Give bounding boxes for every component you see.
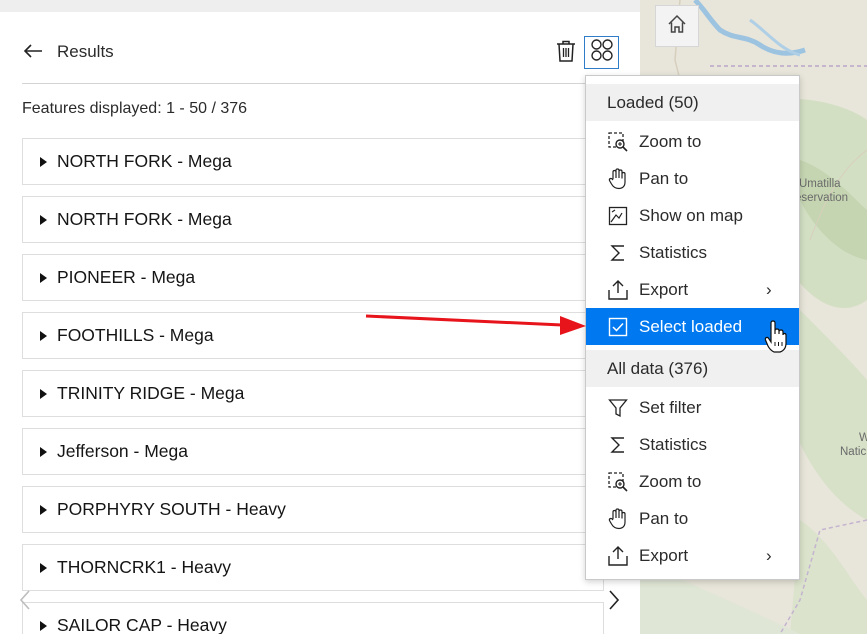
previous-button[interactable] — [16, 589, 34, 616]
menu-item-show-on-map[interactable]: Show on map — [586, 197, 799, 234]
trash-icon — [556, 40, 576, 67]
menu-item-label: Select loaded — [639, 317, 743, 336]
features-count: Features displayed: 1 - 50 / 376 — [22, 100, 248, 117]
chevron-left-icon — [19, 589, 31, 616]
result-item-label: PORPHYRY SOUTH - Heavy — [57, 499, 286, 519]
menu-item-export[interactable]: Export › — [586, 537, 799, 574]
result-item-label: THORNCRK1 - Heavy — [57, 557, 232, 577]
next-button[interactable] — [605, 589, 623, 616]
menu-item-label: Statistics — [639, 243, 708, 262]
caret-right-icon — [40, 388, 47, 399]
menu-item-label: Export — [639, 280, 689, 299]
options-button[interactable] — [584, 36, 619, 69]
result-item[interactable]: SAILOR CAP - Heavy — [22, 602, 604, 634]
sigma-icon — [607, 434, 629, 456]
page-title: Results — [57, 42, 114, 61]
chevron-right-icon: › — [766, 280, 772, 299]
back-button[interactable] — [22, 42, 44, 64]
result-item[interactable]: Jefferson - Mega — [22, 428, 604, 475]
result-item-label: FOOTHILLS - Mega — [57, 325, 214, 345]
map-label-4: Natic — [840, 446, 867, 458]
caret-right-icon — [40, 214, 47, 225]
menu-item-label: Set filter — [639, 398, 702, 417]
grid-circles-icon — [590, 38, 614, 67]
menu-item-label: Pan to — [639, 509, 689, 528]
header-divider — [22, 83, 604, 84]
menu-item-pan-to[interactable]: Pan to — [586, 500, 799, 537]
caret-right-icon — [40, 504, 47, 515]
caret-right-icon — [40, 156, 47, 167]
result-item[interactable]: NORTH FORK - Mega — [22, 196, 604, 243]
filter-icon — [607, 397, 629, 419]
hand-icon — [607, 168, 629, 190]
caret-right-icon — [40, 446, 47, 457]
home-icon — [666, 13, 688, 40]
chevron-right-icon — [608, 589, 620, 616]
result-item[interactable]: TRINITY RIDGE - Mega — [22, 370, 604, 417]
caret-right-icon — [40, 620, 47, 631]
menu-item-label: Zoom to — [639, 472, 702, 491]
menu-group-loaded: Loaded (50) — [586, 84, 799, 121]
result-item[interactable]: NORTH FORK - Mega — [22, 138, 604, 185]
results-panel: Results Features displayed: 1 - 50 / 376… — [0, 12, 640, 634]
menu-item-statistics[interactable]: Statistics — [586, 234, 799, 271]
menu-item-export[interactable]: Export › — [586, 271, 799, 308]
result-item-label: PIONEER - Mega — [57, 267, 196, 287]
menu-item-set-filter[interactable]: Set filter — [586, 389, 799, 426]
result-item-label: TRINITY RIDGE - Mega — [57, 383, 245, 403]
sigma-icon — [607, 242, 629, 264]
menu-item-pan-to[interactable]: Pan to — [586, 160, 799, 197]
result-item-label: NORTH FORK - Mega — [57, 151, 232, 171]
caret-right-icon — [40, 272, 47, 283]
caret-right-icon — [40, 562, 47, 573]
show-on-map-icon — [607, 205, 629, 227]
hand-icon — [607, 508, 629, 530]
map-label-3: W — [859, 432, 867, 444]
panel-header: Results — [0, 12, 640, 84]
delete-button[interactable] — [554, 40, 578, 66]
arrow-left-icon — [23, 43, 43, 64]
zoom-to-icon — [607, 471, 629, 493]
menu-item-zoom-to[interactable]: Zoom to — [586, 123, 799, 160]
map-label-1: Umatilla — [799, 178, 841, 190]
zoom-to-icon — [607, 131, 629, 153]
home-button[interactable] — [655, 5, 699, 47]
checkbox-icon — [607, 316, 629, 338]
caret-right-icon — [40, 330, 47, 341]
menu-item-label: Show on map — [639, 206, 743, 225]
menu-item-statistics[interactable]: Statistics — [586, 426, 799, 463]
result-item[interactable]: PIONEER - Mega — [22, 254, 604, 301]
export-icon — [607, 545, 629, 567]
result-item[interactable]: FOOTHILLS - Mega — [22, 312, 604, 359]
menu-item-zoom-to[interactable]: Zoom to — [586, 463, 799, 500]
menu-item-label: Export — [639, 546, 689, 565]
chevron-right-icon: › — [766, 546, 772, 565]
export-icon — [607, 279, 629, 301]
result-item-label: Jefferson - Mega — [57, 441, 188, 461]
menu-item-label: Zoom to — [639, 132, 702, 151]
hand-pointer-icon — [764, 320, 788, 361]
result-item[interactable]: PORPHYRY SOUTH - Heavy — [22, 486, 604, 533]
map-label-2: eservation — [795, 192, 849, 204]
result-item[interactable]: THORNCRK1 - Heavy — [22, 544, 604, 591]
menu-item-label: Pan to — [639, 169, 689, 188]
result-item-label: NORTH FORK - Mega — [57, 209, 232, 229]
result-item-label: SAILOR CAP - Heavy — [57, 615, 227, 634]
menu-item-label: Statistics — [639, 435, 708, 454]
